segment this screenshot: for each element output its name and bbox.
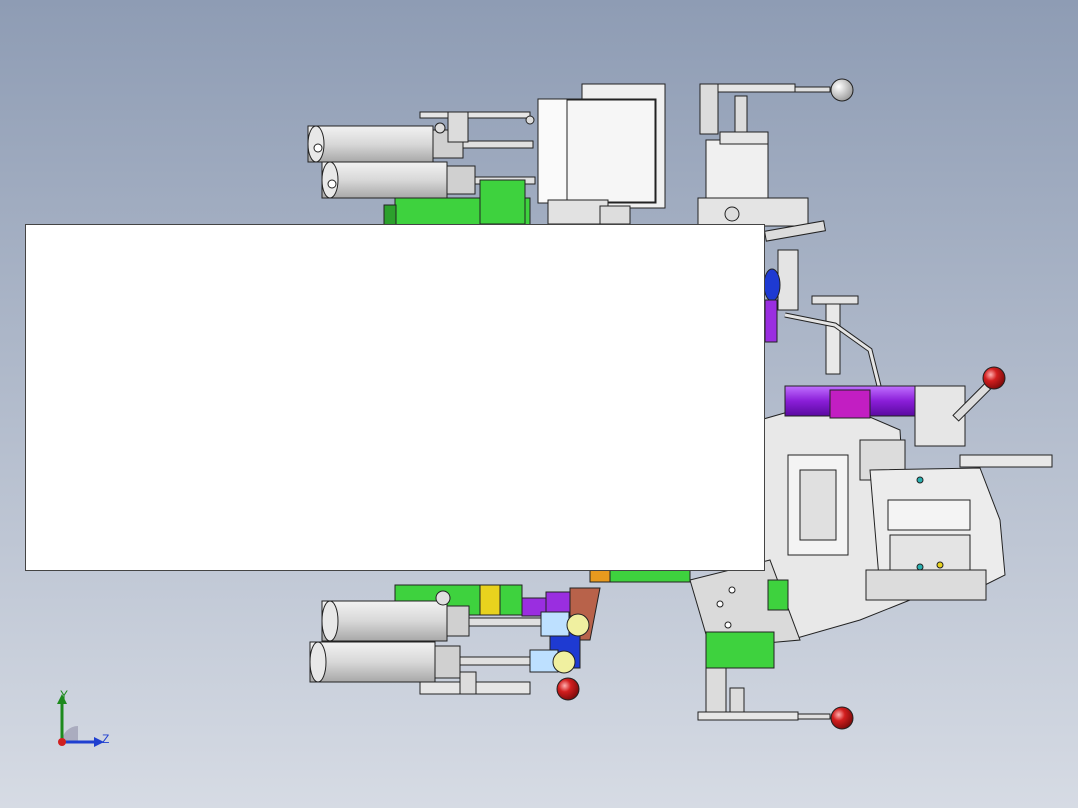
red-knob-right [982, 366, 1006, 390]
red-knob-lower-right [830, 706, 854, 730]
z-axis-label: Z [102, 732, 110, 746]
coordinate-triad [57, 694, 104, 747]
blank-overlay-panel [25, 224, 765, 571]
upper-box-unit [537, 83, 666, 225]
y-axis-label: Y [60, 688, 69, 702]
red-knob-lower-left [556, 677, 580, 701]
cad-viewport[interactable]: Y Z [0, 0, 1078, 808]
blue-ring [763, 268, 781, 302]
origin-dot [58, 738, 66, 746]
